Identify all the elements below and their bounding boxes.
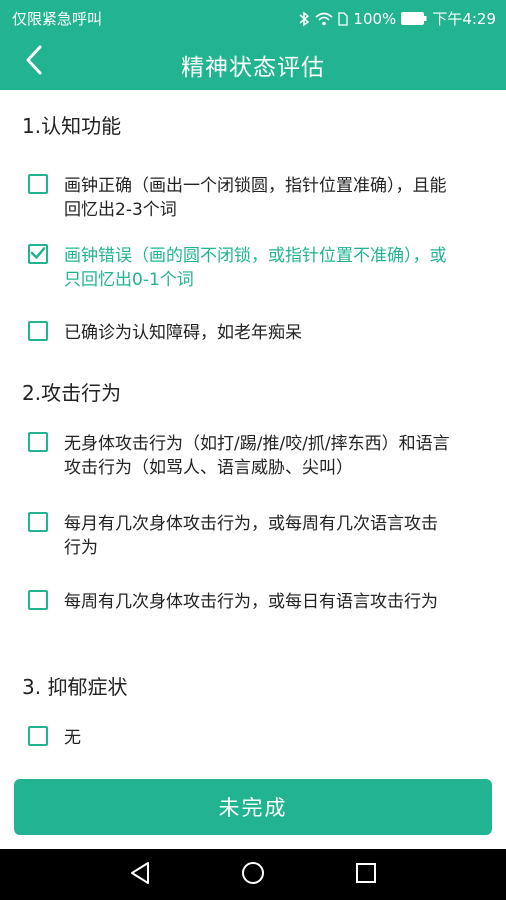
checkbox[interactable]: [28, 726, 48, 746]
checkbox[interactable]: [28, 321, 48, 341]
battery-icon: [401, 12, 427, 25]
carrier-text: 仅限紧急呼叫: [12, 10, 103, 28]
wifi-icon: [315, 12, 333, 26]
nav-recents-button[interactable]: [353, 862, 379, 888]
option-label: 已确诊为认知障碍，如老年痴呆: [64, 323, 302, 343]
checkmark-icon: [30, 245, 46, 264]
option-label: 无身体攻击行为（如打/踢/推/咬/抓/摔东西）和语言攻击行为（如骂人、语言威胁、…: [64, 434, 450, 478]
nav-home-button[interactable]: [240, 862, 266, 888]
nav-back-button[interactable]: [127, 862, 153, 888]
option-label: 无: [64, 728, 81, 748]
checkbox[interactable]: [28, 590, 48, 610]
option-aggression-1[interactable]: 无身体攻击行为（如打/踢/推/咬/抓/摔东西）和语言攻击行为（如骂人、语言威胁、…: [28, 432, 488, 480]
option-cognition-3[interactable]: 已确诊为认知障碍，如老年痴呆: [28, 321, 488, 345]
section-title-depression: 3. 抑郁症状: [22, 675, 128, 699]
status-bar: 仅限紧急呼叫 100% 下午4:29: [0, 0, 506, 34]
option-cognition-1[interactable]: 画钟正确（画出一个闭锁圆，指针位置准确），且能回忆出2-3个词: [28, 174, 488, 222]
bluetooth-icon: [298, 11, 310, 27]
app-bar: 精神状态评估: [0, 34, 506, 90]
page-title: 精神状态评估: [181, 55, 325, 81]
option-aggression-3[interactable]: 每周有几次身体攻击行为，或每日有语言攻击行为: [28, 590, 488, 614]
checkbox[interactable]: [28, 174, 48, 194]
circle-home-icon: [241, 861, 265, 889]
section-title-cognition: 1.认知功能: [22, 114, 122, 138]
checkbox[interactable]: [28, 512, 48, 532]
option-depression-1[interactable]: 无: [28, 726, 488, 750]
option-label: 画钟正确（画出一个闭锁圆，指针位置准确），且能回忆出2-3个词: [64, 176, 447, 220]
battery-percent: 100%: [353, 9, 397, 28]
option-label: 画钟错误（画的圆不闭锁，或指针位置不准确），或只回忆出0-1个词: [64, 246, 447, 290]
checkbox[interactable]: [28, 432, 48, 452]
section-title-aggression: 2.攻击行为: [22, 381, 122, 405]
option-aggression-2[interactable]: 每月有几次身体攻击行为，或每周有几次语言攻击行为: [28, 512, 488, 560]
option-cognition-2[interactable]: 画钟错误（画的圆不闭锁，或指针位置不准确），或只回忆出0-1个词: [28, 244, 488, 292]
option-label: 每月有几次身体攻击行为，或每周有几次语言攻击行为: [64, 514, 438, 558]
sim-icon: [338, 11, 349, 26]
system-nav-bar: [0, 849, 506, 900]
assessment-form: 1.认知功能 画钟正确（画出一个闭锁圆，指针位置准确），且能回忆出2-3个词 画…: [0, 90, 506, 770]
clock: 下午4:29: [432, 10, 496, 28]
triangle-back-icon: [129, 861, 151, 889]
square-recents-icon: [355, 862, 377, 888]
checkbox-checked[interactable]: [28, 244, 48, 264]
option-label: 每周有几次身体攻击行为，或每日有语言攻击行为: [64, 592, 438, 612]
submit-button[interactable]: 未完成: [14, 779, 492, 835]
status-icons: 100% 下午4:29: [298, 8, 496, 29]
